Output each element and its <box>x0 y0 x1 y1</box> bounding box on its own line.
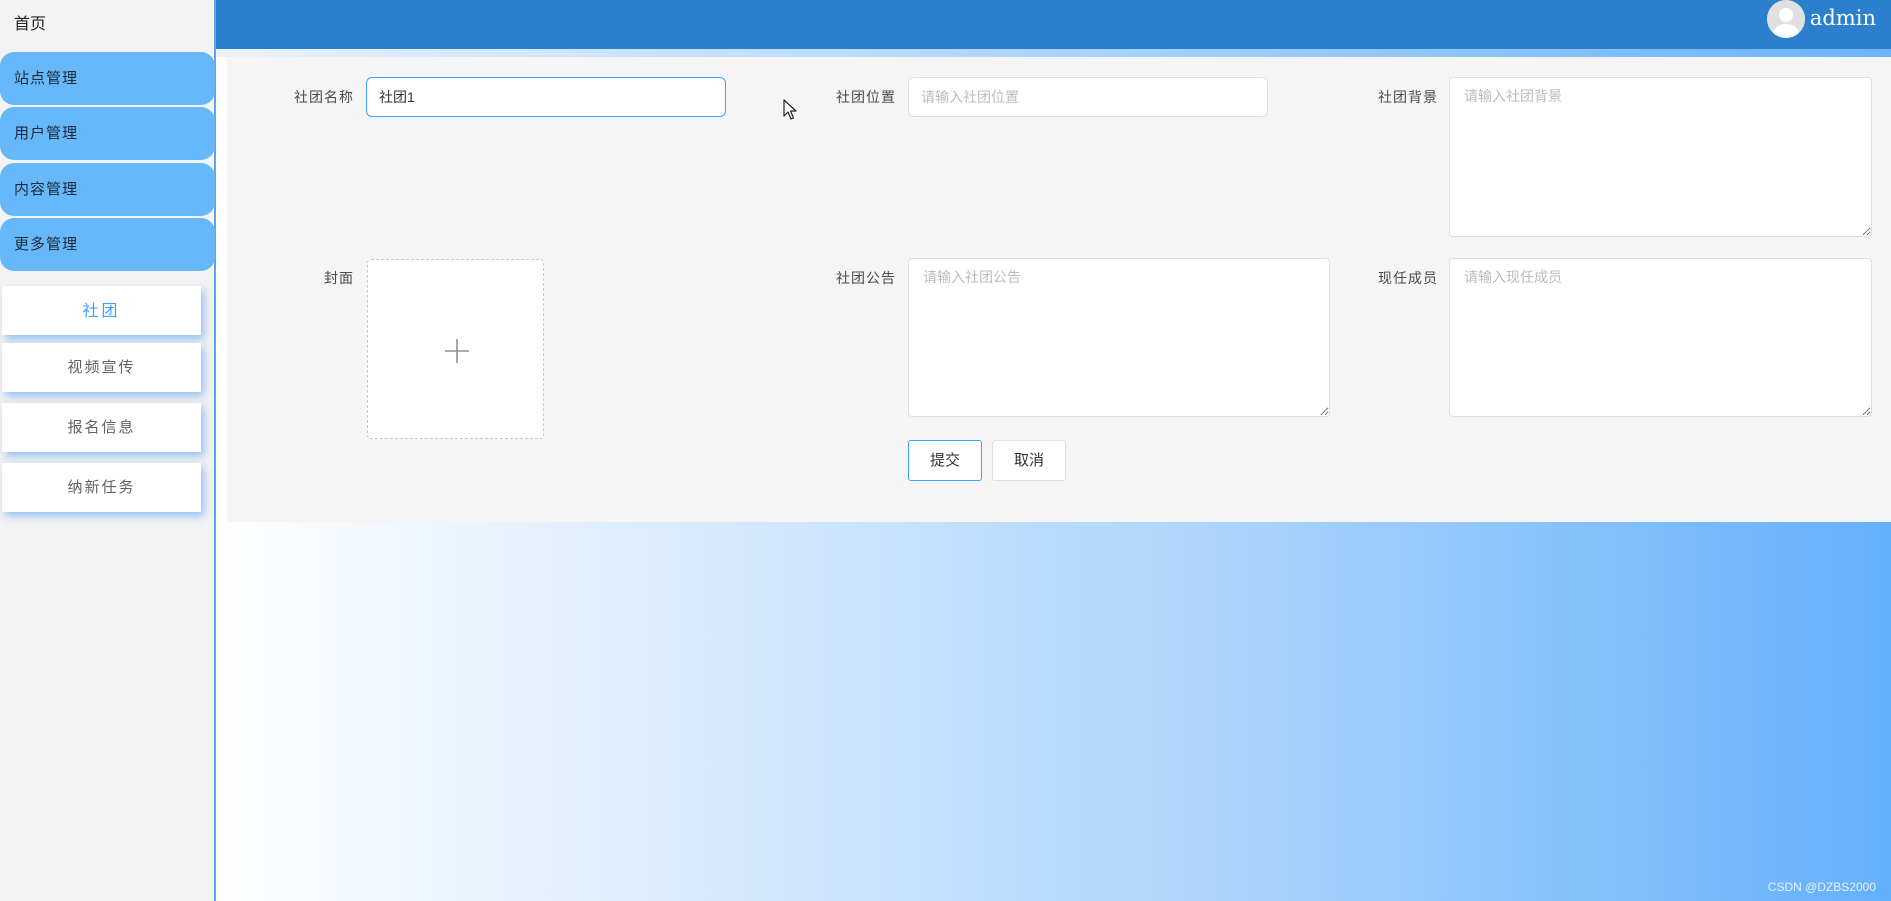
sidebar-item-club[interactable]: 社团 <box>2 286 201 335</box>
club-location-input[interactable] <box>908 77 1268 117</box>
club-background-label: 社团背景 <box>1378 90 1438 106</box>
sidebar-item-home[interactable]: 首页 <box>0 0 214 50</box>
sidebar-item-recruitment-task[interactable]: 纳新任务 <box>2 463 201 512</box>
sidebar-item-video-promotion[interactable]: 视频宣传 <box>2 343 201 392</box>
sidebar-item-registration-info[interactable]: 报名信息 <box>2 403 201 452</box>
club-name-input[interactable] <box>366 77 726 117</box>
user-avatar-icon[interactable] <box>1767 0 1805 38</box>
sidebar: 首页 站点管理 用户管理 内容管理 更多管理 社团 视频宣传 报名信息 纳新任务 <box>0 0 216 901</box>
club-location-label: 社团位置 <box>836 90 896 106</box>
menu-group-more-management[interactable]: 更多管理 <box>0 218 215 271</box>
menu-group-site-management[interactable]: 站点管理 <box>0 52 215 105</box>
club-background-textarea[interactable] <box>1449 77 1872 237</box>
club-name-label: 社团名称 <box>294 90 354 106</box>
menu-group-user-management[interactable]: 用户管理 <box>0 107 215 160</box>
username[interactable]: admin <box>1810 6 1876 30</box>
mouse-cursor-icon <box>783 99 797 120</box>
submit-button[interactable]: 提交 <box>908 440 982 481</box>
club-notice-label: 社团公告 <box>836 271 896 287</box>
club-notice-textarea[interactable] <box>908 258 1330 417</box>
menu-group-content-management[interactable]: 内容管理 <box>0 163 215 216</box>
cover-label: 封面 <box>324 271 354 287</box>
current-members-label: 现任成员 <box>1378 271 1438 287</box>
header-strip <box>216 49 1891 57</box>
cancel-button[interactable]: 取消 <box>992 440 1066 481</box>
top-header: admin <box>216 0 1891 49</box>
watermark: CSDN @DZBS2000 <box>1767 880 1876 894</box>
current-members-textarea[interactable] <box>1449 258 1872 417</box>
plus-icon <box>445 339 469 363</box>
cover-uploader[interactable] <box>367 259 544 439</box>
